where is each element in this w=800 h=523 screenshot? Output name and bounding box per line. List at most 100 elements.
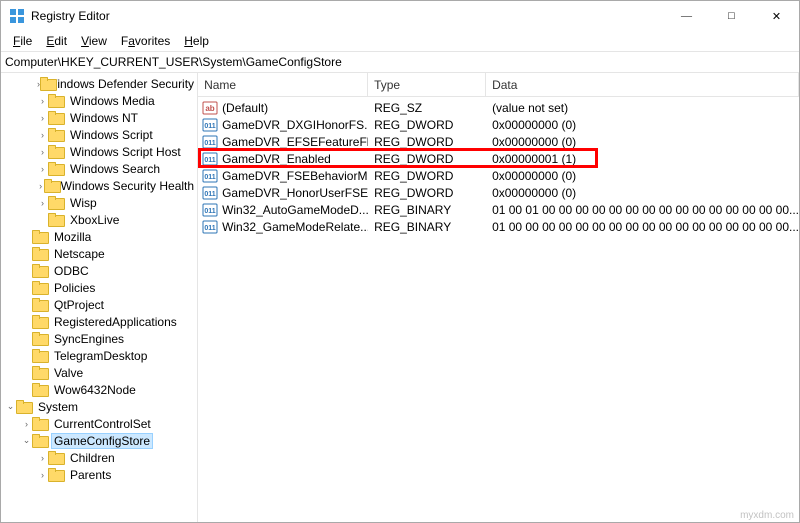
address-input[interactable] (5, 55, 795, 69)
string-value-icon: ab (202, 100, 218, 116)
expander-icon[interactable]: › (37, 181, 44, 191)
folder-icon (48, 196, 64, 209)
list-body[interactable]: ab(Default)REG_SZ(value not set)011GameD… (198, 97, 799, 235)
tree-item[interactable]: XboxLive (1, 211, 197, 228)
tree-item[interactable]: ›CurrentControlSet (1, 415, 197, 432)
menubar: File Edit View Favorites Help (1, 31, 799, 51)
tree-item[interactable]: ›Windows Media (1, 92, 197, 109)
menu-file[interactable]: File (7, 32, 38, 50)
tree-item[interactable]: › Windows Script (1, 126, 197, 143)
folder-icon (32, 230, 48, 243)
value-data: 01 00 00 00 00 00 00 00 00 00 00 00 00 0… (486, 220, 799, 234)
menu-view[interactable]: View (75, 32, 113, 50)
folder-icon (48, 213, 64, 226)
folder-icon (48, 468, 64, 481)
value-name: GameDVR_EFSEFeatureFl... (222, 135, 368, 149)
menu-help[interactable]: Help (178, 32, 215, 50)
expander-icon[interactable]: › (37, 470, 48, 480)
tree-label: QtProject (51, 297, 107, 313)
folder-icon (32, 417, 48, 430)
binary-value-icon: 011 (202, 202, 218, 218)
folder-icon (48, 128, 64, 141)
minimize-button[interactable]: ― (664, 1, 709, 31)
value-name: GameDVR_Enabled (222, 152, 331, 166)
folder-icon (48, 111, 64, 124)
tree-item[interactable]: SyncEngines (1, 330, 197, 347)
tree-label: Mozilla (51, 229, 94, 245)
expander-icon[interactable]: › (37, 164, 48, 174)
expander-icon[interactable]: ⌄ (5, 401, 16, 412)
value-data: 0x00000001 (1) (486, 152, 799, 166)
value-row[interactable]: 011GameDVR_EFSEFeatureFl...REG_DWORD0x00… (198, 133, 799, 150)
menu-favorites[interactable]: Favorites (115, 32, 176, 50)
column-type[interactable]: Type (368, 73, 486, 96)
tree-label: System (35, 399, 81, 415)
tree-item[interactable]: ›Windows Security Health (1, 177, 197, 194)
tree-item[interactable]: › Children (1, 449, 197, 466)
tree-item[interactable]: TelegramDesktop (1, 347, 197, 364)
menu-edit[interactable]: Edit (40, 32, 73, 50)
tree-item[interactable]: RegisteredApplications (1, 313, 197, 330)
main-split: ›Windows Defender Security Ce›Windows Me… (1, 73, 799, 522)
binary-value-icon: 011 (202, 134, 218, 150)
value-row[interactable]: 011Win32_GameModeRelate...REG_BINARY01 0… (198, 218, 799, 235)
expander-icon[interactable]: › (37, 453, 48, 463)
tree-label: Valve (51, 365, 86, 381)
folder-icon (32, 349, 48, 362)
tree-item[interactable]: ›Windows Defender Security Ce (1, 75, 197, 92)
tree-label: Children (67, 450, 118, 466)
value-data: (value not set) (486, 101, 799, 115)
maximize-button[interactable]: □ (709, 1, 754, 31)
tree-item[interactable]: QtProject (1, 296, 197, 313)
folder-icon (32, 366, 48, 379)
value-row[interactable]: ab(Default)REG_SZ(value not set) (198, 99, 799, 116)
value-row[interactable]: 011GameDVR_FSEBehaviorM...REG_DWORD0x000… (198, 167, 799, 184)
tree-item[interactable]: ›Windows Script Host (1, 143, 197, 160)
value-data: 0x00000000 (0) (486, 118, 799, 132)
svg-text:011: 011 (204, 123, 215, 130)
expander-icon[interactable]: › (37, 96, 48, 106)
column-name[interactable]: Name (198, 73, 368, 96)
folder-icon (32, 298, 48, 311)
binary-value-icon: 011 (202, 117, 218, 133)
value-type: REG_BINARY (368, 203, 486, 217)
value-name: GameDVR_FSEBehaviorM... (222, 169, 368, 183)
titlebar: Registry Editor ― □ ✕ (1, 1, 799, 31)
tree-item[interactable]: Policies (1, 279, 197, 296)
value-type: REG_DWORD (368, 152, 486, 166)
tree-item[interactable]: Wow6432Node (1, 381, 197, 398)
folder-icon (48, 94, 64, 107)
expander-icon[interactable]: › (37, 130, 48, 140)
tree-item[interactable]: ⌄ System (1, 398, 197, 415)
tree-item[interactable]: ›Parents (1, 466, 197, 483)
svg-text:011: 011 (204, 140, 215, 147)
close-button[interactable]: ✕ (754, 1, 799, 31)
expander-icon[interactable]: › (37, 113, 48, 123)
column-data[interactable]: Data (486, 73, 799, 96)
tree-item[interactable]: ODBC (1, 262, 197, 279)
tree-item[interactable]: ›Windows Search (1, 160, 197, 177)
tree-label: Windows Script (67, 127, 156, 143)
app-icon (9, 8, 25, 24)
tree-view[interactable]: ›Windows Defender Security Ce›Windows Me… (1, 73, 198, 522)
expander-icon[interactable]: › (21, 419, 32, 429)
value-name: GameDVR_HonorUserFSE... (222, 186, 368, 200)
list-view: Name Type Data ab(Default)REG_SZ(value n… (198, 73, 799, 522)
tree-item[interactable]: Netscape (1, 245, 197, 262)
tree-item[interactable]: ›Wisp (1, 194, 197, 211)
value-row[interactable]: 011GameDVR_HonorUserFSE...REG_DWORD0x000… (198, 184, 799, 201)
tree-item[interactable]: Valve (1, 364, 197, 381)
expander-icon[interactable]: › (37, 147, 48, 157)
value-name: (Default) (222, 101, 268, 115)
tree-item[interactable]: ›Windows NT (1, 109, 197, 126)
tree-label: ODBC (51, 263, 92, 279)
tree-item[interactable]: Mozilla (1, 228, 197, 245)
expander-icon[interactable]: › (37, 198, 48, 208)
value-row[interactable]: 011 GameDVR_Enabled REG_DWORD0x00000001 (1… (198, 150, 799, 167)
expander-icon[interactable]: ⌄ (21, 435, 32, 446)
value-row[interactable]: 011Win32_AutoGameModeD...REG_BINARY01 00… (198, 201, 799, 218)
watermark: myxdm.com (740, 510, 794, 521)
svg-text:011: 011 (204, 157, 215, 164)
value-row[interactable]: 011GameDVR_DXGIHonorFS...REG_DWORD0x0000… (198, 116, 799, 133)
tree-item[interactable]: ⌄GameConfigStore (1, 432, 197, 449)
